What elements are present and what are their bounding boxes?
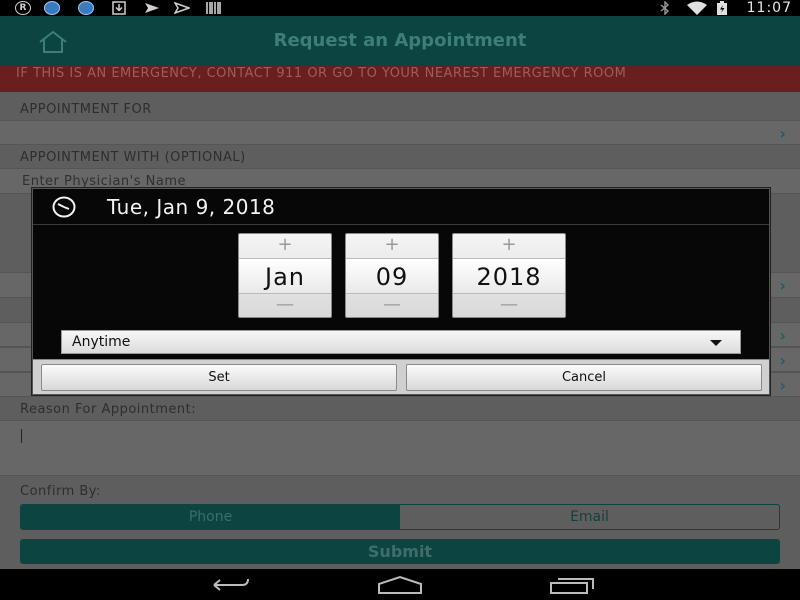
page-title: Request an Appointment [273,30,527,51]
time-select[interactable]: Anytime [61,330,741,354]
cancel-button[interactable]: Cancel [406,364,762,391]
year-picker: + 2018 — [452,233,566,318]
month-decrement-button[interactable]: — [239,296,331,314]
day-value[interactable]: 09 [346,258,438,294]
emergency-banner: IF THIS IS AN EMERGENCY, CONTACT 911 OR … [0,66,800,92]
set-button[interactable]: Set [41,364,397,391]
physician-name-placeholder: Enter Physician's Name [22,174,186,189]
confirm-email-option[interactable]: Email [400,505,779,529]
dialog-footer: Set Cancel [33,359,769,394]
text-caret [21,429,22,443]
month-increment-button[interactable]: + [239,236,331,254]
registered-icon: R [15,1,31,15]
reason-textarea[interactable] [0,420,800,476]
chevron-right-icon: › [779,124,786,143]
appointment-with-label: APPOINTMENT WITH (OPTIONAL) [20,150,246,165]
chevron-right-icon: › [779,326,786,345]
appointment-for-label: APPOINTMENT FOR [20,102,152,117]
chevron-right-icon: › [779,376,786,395]
barcode-icon [206,1,222,15]
year-value[interactable]: 2018 [453,258,565,294]
dialog-title: Tue, Jan 9, 2018 [107,195,276,219]
bluetooth-icon [659,1,671,15]
day-picker: + 09 — [345,233,439,318]
confirm-phone-option[interactable]: Phone [21,505,400,529]
battery-charging-icon [716,1,728,15]
submit-button[interactable]: Submit [20,539,780,564]
chevron-right-icon: › [779,276,786,295]
reason-label: Reason For Appointment: [20,402,197,417]
recent-apps-icon[interactable] [548,575,596,595]
clock-time: 11:07 [746,0,792,16]
confirm-by-label: Confirm By: [20,484,101,499]
wifi-icon [686,1,708,15]
month-picker: + Jan — [238,233,332,318]
app-notification-icon [78,1,94,15]
year-decrement-button[interactable]: — [453,296,565,314]
chevron-right-icon: › [779,351,786,370]
app-header: Request an Appointment [0,16,800,66]
month-value[interactable]: Jan [239,258,331,294]
year-increment-button[interactable]: + [453,236,565,254]
dropdown-arrow-icon [710,340,722,346]
clock-icon [52,196,76,218]
download-icon [112,1,126,15]
confirm-by-toggle: Phone Email [20,504,780,530]
appointment-for-field[interactable]: › [0,120,800,145]
day-decrement-button[interactable]: — [346,296,438,314]
navigation-bar [0,569,800,600]
back-icon[interactable] [206,575,252,595]
day-increment-button[interactable]: + [346,236,438,254]
home-nav-icon[interactable] [376,575,424,595]
app-notification-icon [44,1,60,15]
send-icon [144,1,160,15]
dialog-header: Tue, Jan 9, 2018 [33,189,769,225]
time-select-value: Anytime [72,334,131,350]
date-picker-dialog: Tue, Jan 9, 2018 + Jan — + 09 — + 2018 —… [32,188,770,395]
send-icon [174,1,190,15]
status-bar: R 11:07 [0,0,800,16]
